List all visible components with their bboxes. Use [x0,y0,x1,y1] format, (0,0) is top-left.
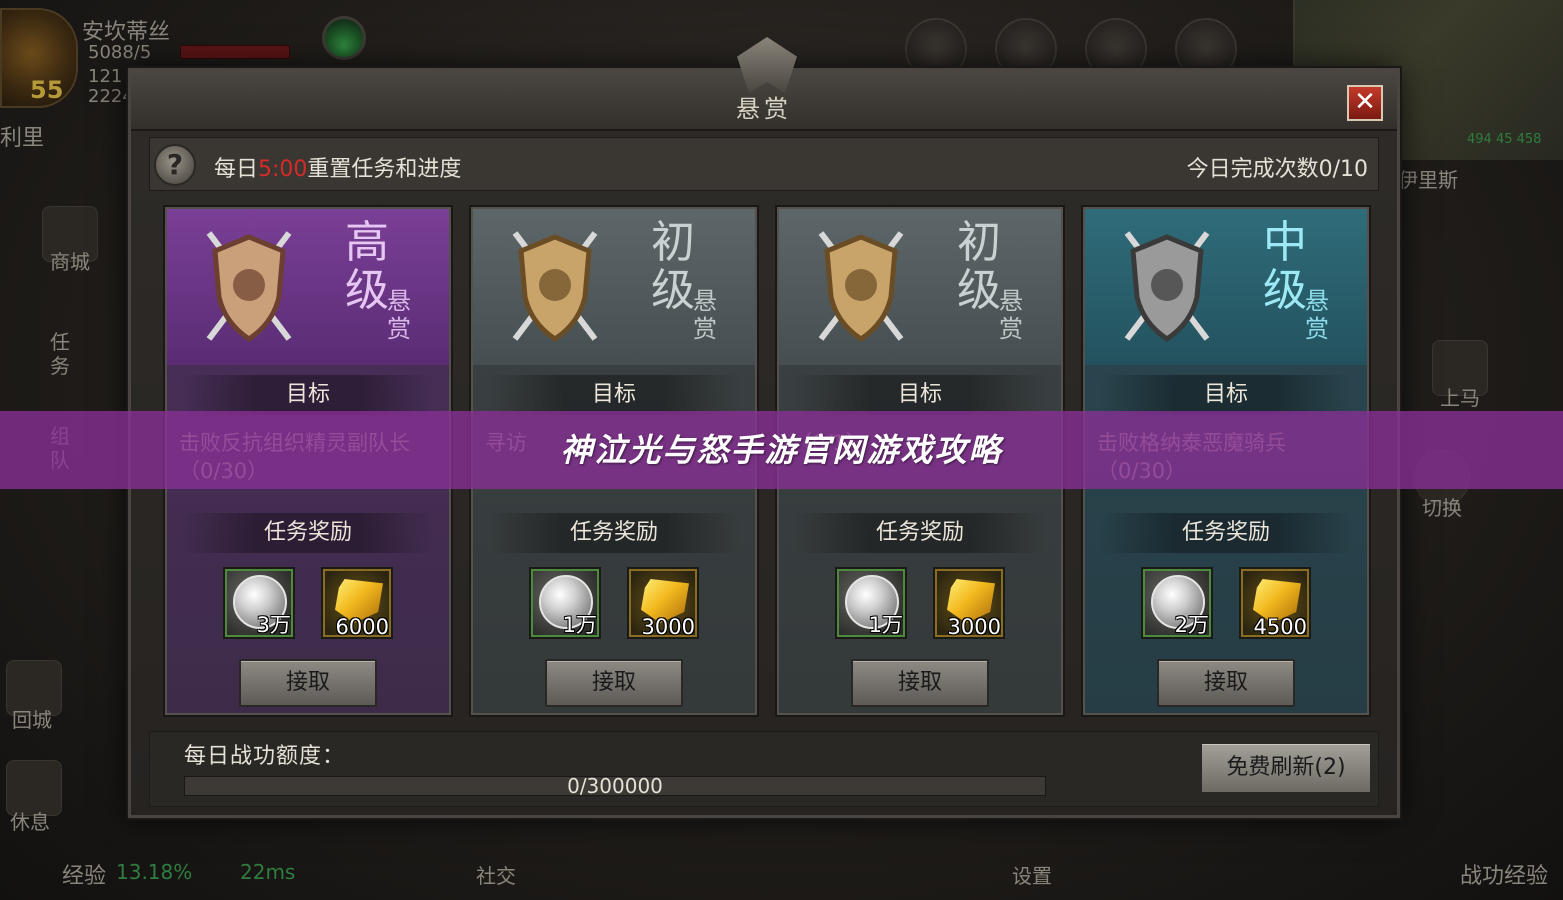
goal-label: 目标 [181,375,435,415]
hp-text: 5088/5 [88,42,152,63]
gold-reward-slot[interactable]: 3000 [627,567,699,639]
shield-swords-icon [206,231,292,343]
accept-button[interactable]: 接取 [545,659,683,707]
grade-title: 高级 [345,219,389,315]
accept-button[interactable]: 接取 [1157,659,1295,707]
card-header: 初级悬赏 [779,209,1061,365]
location-name: 利里 [0,126,45,151]
silver-reward-slot[interactable]: 1万 [529,567,601,639]
exp-label: 经验 [62,864,107,889]
gold-amount: 3000 [641,615,695,639]
silver-amount: 1万 [868,613,903,637]
silver-amount: 1万 [562,613,597,637]
info-bar: ? 每日5:00重置任务和进度 今日完成次数0/10 [149,137,1379,191]
panel-header: 悬赏 ✕ [131,37,1397,131]
right-menu-switch[interactable]: 切换 [1422,492,1462,521]
grade-bottom-char: 级 [345,265,389,316]
quota-progress-bar: 0/300000 [184,774,1046,798]
grade-title: 初级 [957,219,1001,315]
quota-label: 每日战功额度： [184,744,346,769]
bounty-tag: 悬赏 [693,287,717,343]
right-location: 伊里斯 [1398,168,1458,192]
shield-swords-icon [512,231,598,343]
silver-amount: 3万 [256,613,291,637]
silver-reward-slot[interactable]: 1万 [835,567,907,639]
mana-orb-icon[interactable] [322,16,366,60]
grade-top-char: 中 [1263,217,1307,268]
ping-readout: 22ms [240,860,296,884]
help-icon[interactable]: ? [154,144,196,186]
silver-reward-slot[interactable]: 3万 [223,567,295,639]
free-refresh-button[interactable]: 免费刷新(2) [1200,742,1372,794]
exp-percent: 13.18% [116,860,193,884]
player-level: 55 [30,76,64,104]
card-header: 高级悬赏 [167,209,449,365]
accept-button[interactable]: 接取 [239,659,377,707]
mp-text: 121 [88,66,123,87]
skull-crest-icon [737,37,797,93]
panel-title: 悬赏 [736,95,792,123]
grade-top-char: 高 [345,217,389,268]
article-title-banner: 神泣光与怒手游官网游戏攻略 [0,411,1563,489]
bounty-tag: 悬赏 [999,287,1023,343]
reward-label: 任务奖励 [1099,513,1353,553]
quota-value: 0/300000 [567,774,663,798]
gold-reward-slot[interactable]: 6000 [321,567,393,639]
accept-button[interactable]: 接取 [851,659,989,707]
goal-label: 目标 [793,375,1047,415]
silver-amount: 2万 [1174,613,1209,637]
banner-title: 神泣光与怒手游官网游戏攻略 [560,431,1003,469]
merit-exp-label: 战功经验 [1460,864,1549,889]
reward-label: 任务奖励 [487,513,741,553]
reward-label: 任务奖励 [181,513,435,553]
gold-amount: 3000 [947,615,1001,639]
shield-swords-icon [818,231,904,343]
grade-top-char: 初 [957,217,1001,268]
silver-reward-slot[interactable]: 2万 [1141,567,1213,639]
right-menu-mount[interactable]: 上马 [1440,382,1480,411]
exp-text: 2224 [88,86,134,107]
gold-amount: 6000 [335,615,389,639]
card-header: 中级悬赏 [1085,209,1367,365]
bounty-tag: 悬赏 [387,287,411,343]
grade-bottom-char: 级 [957,265,1001,316]
gold-amount: 4500 [1253,615,1307,639]
hp-bar [180,45,290,59]
card-header: 初级悬赏 [473,209,755,365]
grade-bottom-char: 级 [651,265,695,316]
reset-prefix: 每日 [214,157,259,182]
shield-swords-icon [1124,231,1210,343]
grade-top-char: 初 [651,217,695,268]
reset-suffix: 重置任务和进度 [307,157,462,182]
reset-time: 5:00 [258,157,308,182]
close-button[interactable]: ✕ [1347,85,1383,121]
grade-bottom-char: 级 [1263,265,1307,316]
goal-label: 目标 [487,375,741,415]
gold-reward-slot[interactable]: 3000 [933,567,1005,639]
coords-readout: 494 45 458 [1467,132,1542,147]
goal-label: 目标 [1099,375,1353,415]
bounty-tag: 悬赏 [1305,287,1329,343]
settings-button[interactable]: 设置 [1012,860,1052,889]
completed-today: 今日完成次数0/10 [1186,157,1368,182]
left-menu-quest[interactable]: 任务 [50,330,74,378]
reset-notice: 每日5:00重置任务和进度 [214,151,461,183]
social-button[interactable]: 社交 [476,860,516,889]
reward-label: 任务奖励 [793,513,1047,553]
grade-title: 初级 [651,219,695,315]
left-menu-return[interactable]: 回城 [12,704,52,733]
grade-title: 中级 [1263,219,1307,315]
gold-reward-slot[interactable]: 4500 [1239,567,1311,639]
left-menu-shop[interactable]: 商城 [50,246,90,275]
quota-area: 每日战功额度： 0/300000 免费刷新(2) [149,731,1379,807]
left-menu-rest[interactable]: 休息 [10,806,50,835]
